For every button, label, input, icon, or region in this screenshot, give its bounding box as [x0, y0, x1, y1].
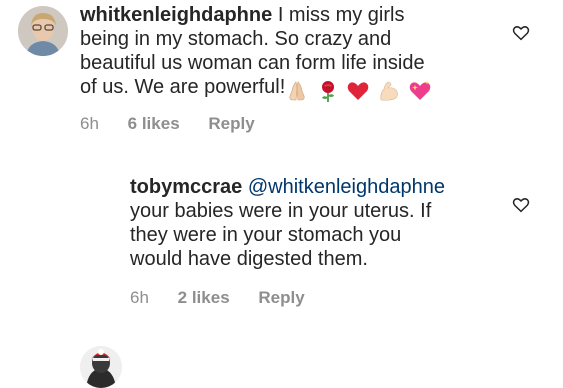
comment-time: 6h: [80, 114, 99, 133]
avatar[interactable]: [18, 6, 68, 56]
comment-likes[interactable]: 2 likes: [178, 288, 230, 307]
comment-text-line: would have digested them.: [130, 248, 368, 270]
comment-likes[interactable]: 6 likes: [128, 114, 180, 133]
comment-text: whitkenleighdaphne I miss my girls being…: [80, 3, 500, 103]
avatar[interactable]: [80, 346, 122, 388]
red-heart-icon: [346, 79, 370, 103]
rose-icon: [316, 79, 340, 103]
mention-link[interactable]: @whitkenleighdaphne: [248, 176, 445, 198]
like-heart-icon[interactable]: [512, 196, 530, 214]
comment-meta: 6h 6 likes Reply: [80, 114, 279, 134]
reply-button[interactable]: Reply: [208, 114, 254, 133]
comment: whitkenleighdaphne I miss my girls being…: [0, 0, 563, 150]
comment-username[interactable]: whitkenleighdaphne: [80, 4, 272, 26]
comment-username[interactable]: tobymccrae: [130, 176, 242, 198]
comment-time: 6h: [130, 288, 149, 307]
comment-text-line: being in my stomach. So crazy and: [80, 28, 392, 50]
comment-text-line: of us. We are powerful!: [80, 76, 286, 98]
reply-button[interactable]: Reply: [258, 288, 304, 307]
comment-reply: tobymccrae @whitkenleighdaphne your babi…: [0, 170, 563, 388]
like-heart-icon[interactable]: [512, 24, 530, 42]
folded-hands-icon: [285, 79, 309, 103]
emoji-row: [285, 79, 432, 103]
comment-meta: 6h 2 likes Reply: [130, 288, 329, 308]
comment-text-line: your babies were in your uterus. If: [130, 200, 432, 222]
comment-text-line: beautiful us woman can form life inside: [80, 52, 425, 74]
comment-text-line: they were in your stomach you: [130, 224, 402, 246]
comment-text: tobymccrae @whitkenleighdaphne your babi…: [130, 175, 500, 271]
flexed-biceps-icon: [377, 79, 401, 103]
sparkling-heart-icon: [408, 79, 432, 103]
comment-text-line: I miss my girls: [277, 4, 405, 26]
